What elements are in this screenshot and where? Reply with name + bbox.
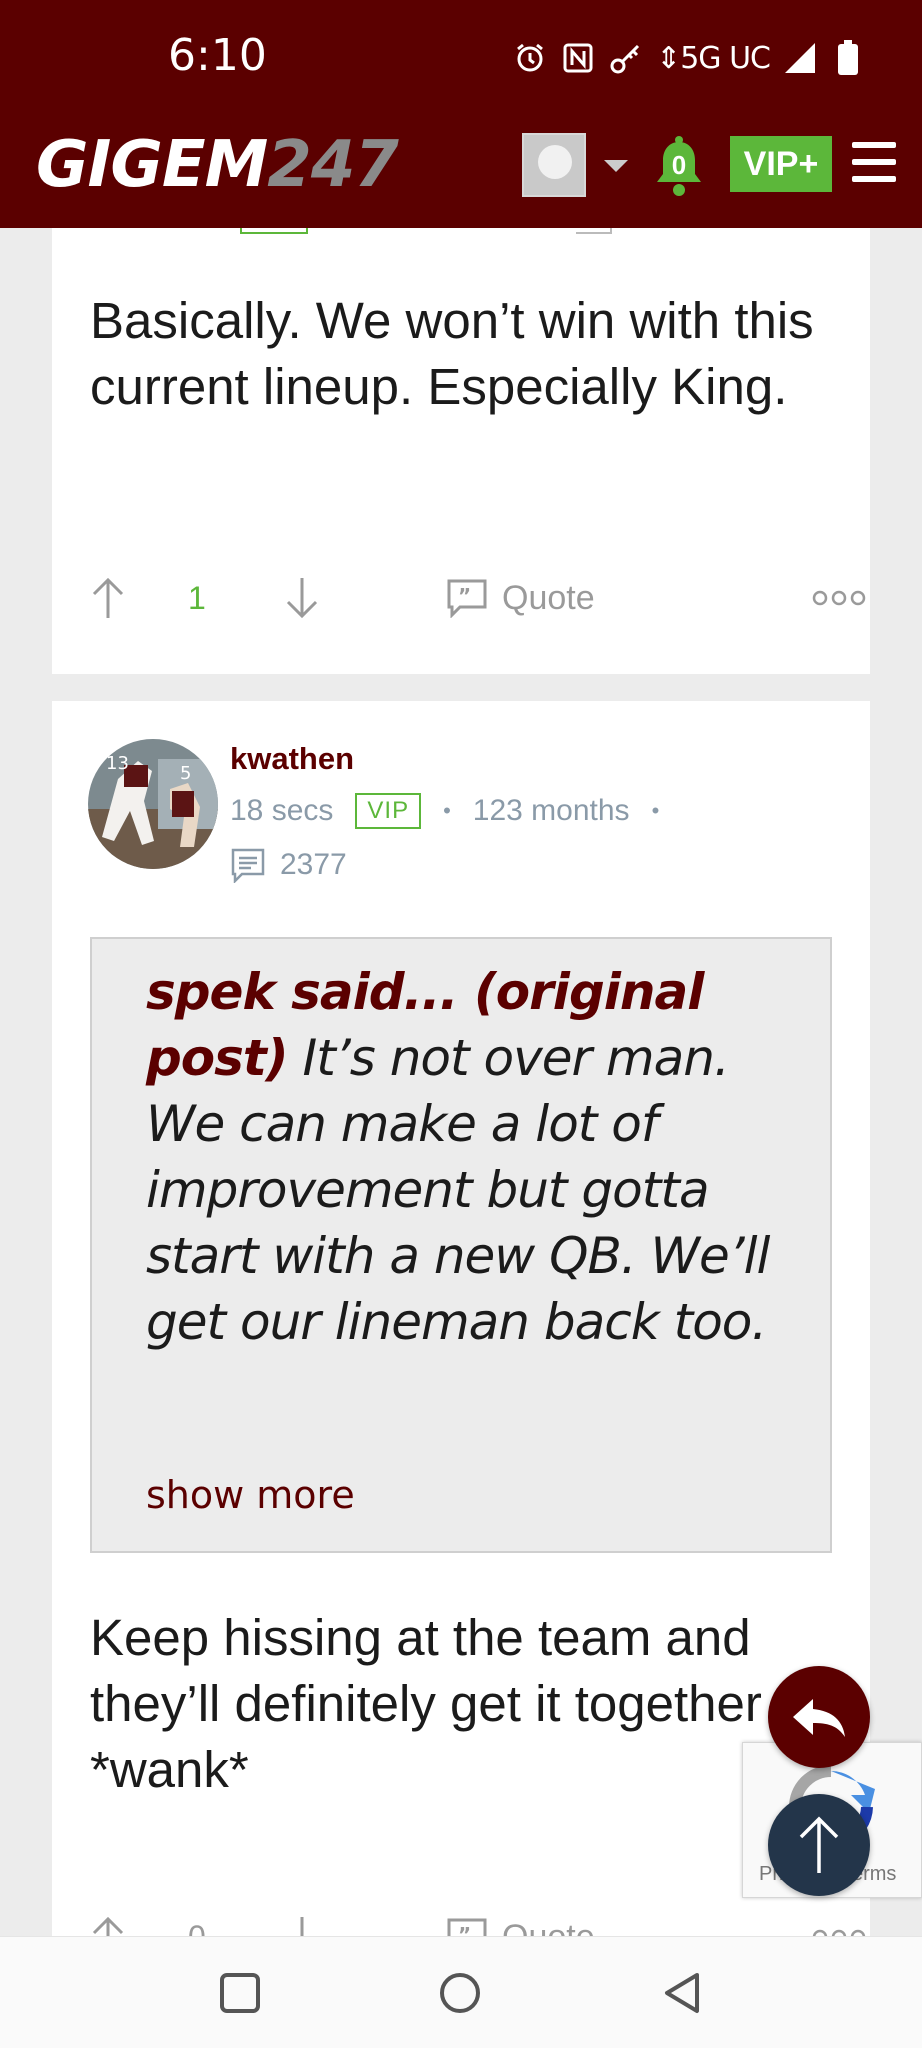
triangle-back-icon xyxy=(665,1973,699,2013)
more-options-icon[interactable] xyxy=(812,568,866,628)
vote-count: 1 xyxy=(188,579,206,616)
separator-dot: • xyxy=(443,798,451,823)
quoted-text: spek said... (original post) It’s not ov… xyxy=(146,963,770,1351)
arrow-up-icon xyxy=(799,1816,839,1873)
post-meta: 18 secs VIP • 123 months • xyxy=(230,793,659,829)
separator-dot: • xyxy=(651,798,660,823)
network-indicator: ⇕5G UC xyxy=(656,40,771,76)
post-time: 18 secs xyxy=(230,794,334,827)
battery-icon xyxy=(830,40,866,76)
chevron-down-icon[interactable] xyxy=(604,160,628,172)
scroll-to-top-button[interactable] xyxy=(768,1794,870,1896)
system-nav-bar xyxy=(0,1936,922,2048)
reply-icon xyxy=(793,1699,845,1737)
avatar-placeholder-icon xyxy=(538,145,572,179)
clipped-post-meta xyxy=(0,228,922,236)
quoted-post: spek said... (original post) It’s not ov… xyxy=(90,937,832,1553)
key-icon xyxy=(608,40,644,76)
vip-badge: VIP xyxy=(355,793,422,829)
notification-count: 0 xyxy=(671,150,687,180)
author-avatar[interactable]: 13 5 xyxy=(88,739,218,869)
post-actions: 1 ” Quote xyxy=(90,568,866,628)
member-tenure: 123 months xyxy=(472,794,630,827)
svg-text:13: 13 xyxy=(106,753,129,774)
clipped-icon xyxy=(576,228,612,234)
user-avatar[interactable] xyxy=(522,133,586,197)
home-button[interactable] xyxy=(434,1967,486,2019)
svg-text:”: ” xyxy=(458,584,471,608)
upvote-button[interactable] xyxy=(90,568,126,628)
post-body: Keep hissing at the team and they’ll def… xyxy=(90,1609,762,1798)
status-icons: ⇕5G UC xyxy=(512,40,866,76)
show-more-link[interactable]: show more xyxy=(146,1473,355,1517)
svg-text:5: 5 xyxy=(180,763,191,784)
clipped-vip-badge xyxy=(240,228,308,234)
notifications-button[interactable]: 0 xyxy=(652,136,706,196)
recents-button[interactable] xyxy=(214,1967,266,2019)
post-card: Basically. We won’t win with this curren… xyxy=(52,228,870,674)
reply-button[interactable] xyxy=(768,1666,870,1768)
comment-icon xyxy=(231,848,265,883)
post-body: Basically. We won’t win with this curren… xyxy=(90,292,814,415)
signal-icon xyxy=(782,40,818,76)
downvote-button[interactable] xyxy=(284,568,320,628)
status-time: 6:10 xyxy=(168,30,267,81)
quote-button[interactable]: ” Quote xyxy=(446,568,595,628)
arrow-down-icon xyxy=(286,578,318,619)
menu-icon[interactable] xyxy=(852,142,896,182)
site-logo[interactable]: GIGEM247 xyxy=(36,128,399,202)
circle-icon xyxy=(440,1973,480,2013)
square-icon xyxy=(220,1973,260,2013)
top-bar: 6:10 ⇕5G UC GIGEM247 0 VIP+ xyxy=(0,0,922,228)
nfc-icon xyxy=(560,40,596,76)
vip-plus-button[interactable]: VIP+ xyxy=(730,136,832,192)
author-name[interactable]: kwathen xyxy=(230,741,354,777)
arrow-up-icon xyxy=(92,577,124,618)
post-count: 2377 xyxy=(230,847,347,883)
quote-icon: ” xyxy=(447,579,487,618)
alarm-icon xyxy=(512,40,548,76)
back-button[interactable] xyxy=(656,1967,708,2019)
